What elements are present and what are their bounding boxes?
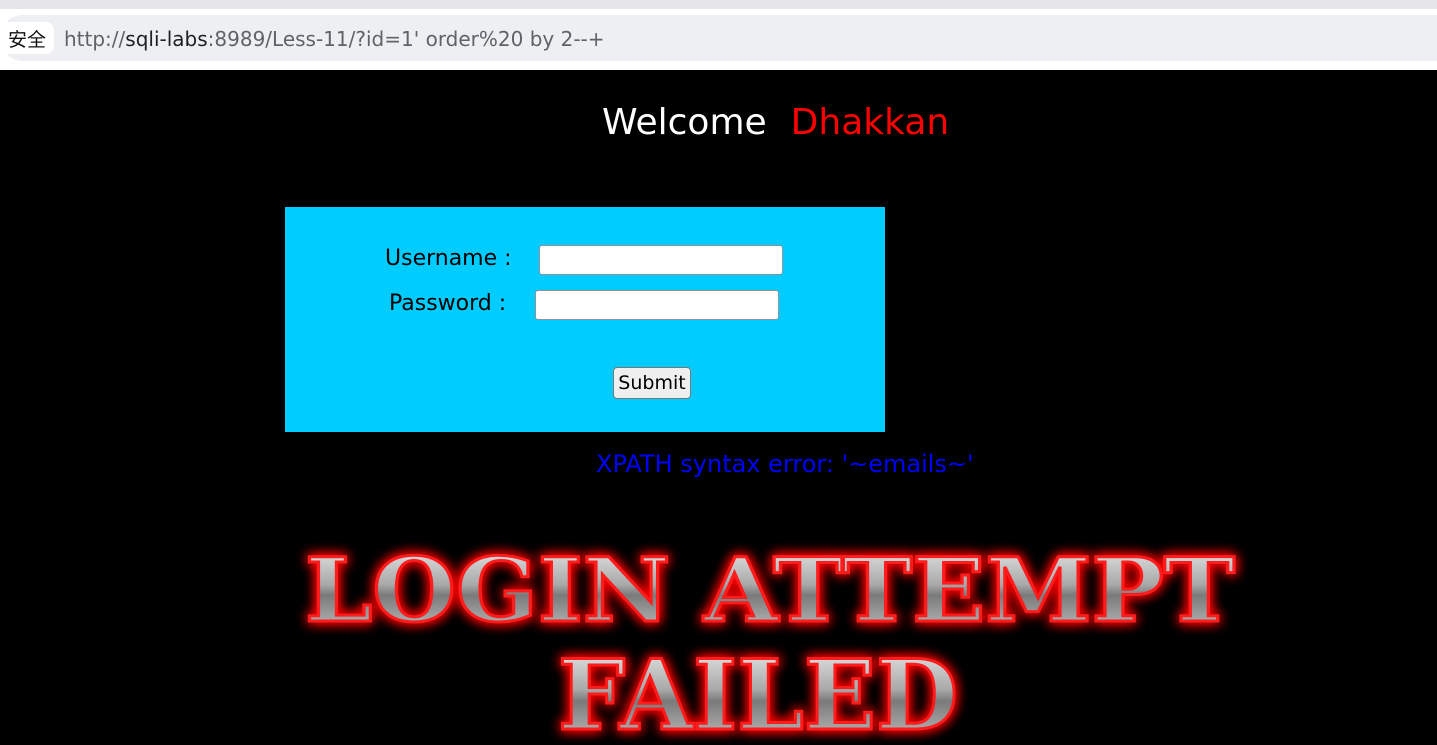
submit-button[interactable]: Submit <box>613 367 691 399</box>
address-bar[interactable]: 安全 http://sqli-labs:8989/Less-11/?id=1' … <box>0 15 1437 61</box>
username-label: Username : <box>385 246 512 271</box>
page-content: Welcome Dhakkan Username : Password : Sub… <box>0 70 1437 745</box>
welcome-greeting: Welcome <box>602 102 767 143</box>
failed-line-2: FAILED <box>558 639 958 745</box>
login-failed-image: LOGIN ATTEMPT FAILED <box>304 537 1237 745</box>
login-form: Username : Password : Submit <box>285 207 885 432</box>
failed-line-1: LOGIN ATTEMPT <box>305 538 1235 642</box>
welcome-heading: Welcome Dhakkan <box>602 102 949 143</box>
browser-tabstrip <box>0 0 1437 9</box>
password-label: Password : <box>389 291 507 316</box>
password-input[interactable] <box>535 290 779 320</box>
url-path: :8989/Less-11/?id=1' order%20 by 2--+ <box>207 27 605 51</box>
browser-toolbar: 安全 http://sqli-labs:8989/Less-11/?id=1' … <box>0 9 1437 70</box>
url-prefix: http:// <box>64 27 126 51</box>
welcome-name: Dhakkan <box>790 102 950 143</box>
security-label: 安全 <box>7 28 46 51</box>
url-host: sqli-labs <box>125 27 208 51</box>
error-message: XPATH syntax error: '~emails~' <box>596 450 974 478</box>
username-input[interactable] <box>539 245 783 275</box>
security-indicator[interactable]: 安全 <box>0 22 54 54</box>
url-text[interactable]: http://sqli-labs:8989/Less-11/?id=1' ord… <box>64 26 605 52</box>
